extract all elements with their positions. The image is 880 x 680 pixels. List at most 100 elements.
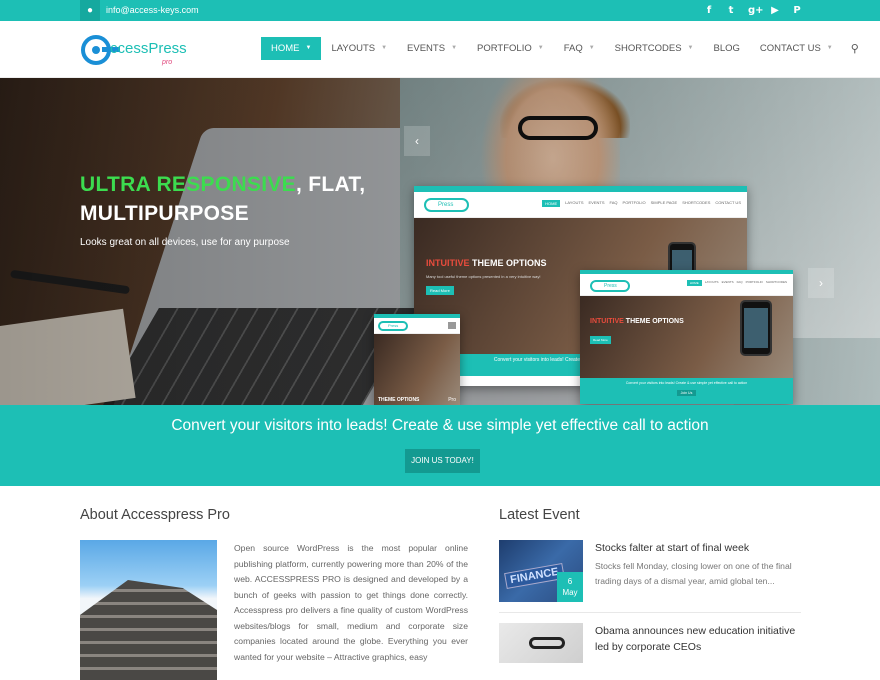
slider-prev-button[interactable]: ‹ (404, 126, 430, 156)
chevron-left-icon: ‹ (415, 134, 419, 148)
building-image (80, 580, 217, 680)
google-plus-icon[interactable]: g+ (748, 5, 764, 16)
chevron-down-icon: ▼ (687, 45, 694, 51)
chevron-down-icon: ▼ (826, 45, 833, 51)
tablet-headline: INTUITIVE THEME OPTIONS (590, 318, 684, 325)
logo-text: ccessPress (110, 40, 187, 57)
nav-blog[interactable]: BLOG (704, 37, 750, 60)
pinterest-icon[interactable]: P (792, 5, 802, 16)
event-divider (499, 612, 801, 613)
hero-title-line2: MULTIPURPOSE (80, 202, 249, 225)
tablet-nav-item: PORTFOLIO (745, 280, 763, 284)
mockup-header: Press HOME LAYOUTS EVENTS FAQ PORTFOLIO … (414, 192, 747, 218)
join-us-button[interactable]: JOIN US TODAY! (405, 449, 480, 473)
mockup-headline-accent: INTUITIVE (426, 258, 470, 268)
tablet-nav-item: SHORTCODES (765, 280, 787, 284)
tablet-headline-text: THEME OPTIONS (625, 318, 684, 325)
mockup-nav-item: FAQ (609, 200, 618, 205)
mockup-tagline: Many tool useful theme options presented… (426, 274, 541, 279)
tablet-nav: HOME LAYOUTS EVENTS FAQ PORTFOLIO SHORTC… (686, 280, 787, 286)
latest-event-title: Latest Event (499, 507, 580, 523)
tablet-logo: Press (590, 280, 630, 292)
top-bar: ● info@access-keys.com f t g+ ▶ P (0, 0, 880, 21)
mockup-nav-item: CONTACT US (715, 200, 741, 205)
nav-label: SHORTCODES (614, 43, 682, 54)
cta-text: Convert your visitors into leads! Create… (171, 417, 709, 434)
tablet-button: Read More (590, 336, 611, 344)
nav-layouts[interactable]: LAYOUTS ▼ (321, 37, 397, 60)
tablet-cta: Convert your visitors into leads! Create… (580, 378, 793, 404)
tablet-phone (740, 300, 772, 356)
mockup-nav-item: PORTFOLIO (622, 200, 646, 205)
mockup-headline: INTUITIVE THEME OPTIONS (426, 258, 547, 268)
tablet-header: Press HOME LAYOUTS EVENTS FAQ PORTFOLIO … (580, 274, 793, 296)
facebook-icon[interactable]: f (704, 5, 714, 16)
mockup-headline-text: THEME OPTIONS (472, 258, 547, 268)
tablet-nav-item: HOME (686, 280, 702, 286)
youtube-icon[interactable]: ▶ (770, 5, 780, 16)
nav-shortcodes[interactable]: SHORTCODES ▼ (605, 37, 704, 60)
mockup-nav-item: SHORTCODES (682, 200, 711, 205)
tablet-nav-item: EVENTS (721, 280, 734, 284)
nav-portfolio[interactable]: PORTFOLIO ▼ (467, 37, 554, 60)
hero-title: ULTRA RESPONSIVE, FLAT, MULTIPURPOSE (80, 170, 365, 228)
nav-label: FAQ (563, 43, 583, 54)
hero-title-highlight: ULTRA RESPONSIVE (80, 173, 296, 196)
nav-home[interactable]: HOME ▼ (261, 37, 322, 60)
nav-events[interactable]: EVENTS ▼ (397, 37, 467, 60)
mockup-nav-item: SIMPLE PAGE (650, 200, 678, 205)
phone-headline: THEME OPTIONS (378, 397, 420, 403)
nav-label: LAYOUTS (331, 43, 376, 54)
chevron-down-icon: ▼ (451, 45, 458, 51)
mockup-button: Read More (426, 286, 454, 295)
event-image-word: FINANCE (504, 563, 565, 589)
phone-slide: THEME OPTIONS Pro (374, 334, 460, 405)
nav-label: HOME (271, 43, 300, 54)
tablet-nav-item: FAQ (736, 280, 743, 284)
site-header: ccessPress pro HOME ▼ LAYOUTS ▼ EVENTS ▼ PO… (0, 21, 880, 78)
menu-icon (448, 322, 456, 329)
event-thumbnail[interactable]: FINANCE 6 May (499, 540, 583, 602)
tablet-mockup: Press HOME LAYOUTS EVENTS FAQ PORTFOLIO … (580, 270, 793, 404)
about-title: About Accesspress Pro (80, 507, 230, 523)
event-month: May (562, 588, 578, 597)
chevron-right-icon: › (819, 276, 823, 290)
chevron-down-icon: ▼ (381, 45, 388, 51)
event-title-link[interactable]: Stocks falter at start of final week (595, 540, 805, 556)
tablet-cta-button: Join Us (676, 390, 697, 396)
mockup-nav-item: LAYOUTS (565, 200, 584, 205)
mockup-nav-item: EVENTS (588, 200, 605, 205)
nav-contact-us[interactable]: CONTACT US ▼ (750, 37, 843, 60)
event-thumbnail[interactable] (499, 623, 583, 663)
event-title-link[interactable]: Obama announces new education initiative… (595, 623, 805, 655)
twitter-icon[interactable]: t (726, 5, 736, 16)
contact-email[interactable]: info@access-keys.com (106, 0, 199, 21)
hero-subtitle: Looks great on all devices, use for any … (80, 237, 290, 248)
call-to-action: Convert your visitors into leads! Create… (0, 405, 880, 486)
logo-subtext: pro (161, 59, 172, 66)
nav-faq[interactable]: FAQ ▼ (554, 37, 605, 60)
nav-label: EVENTS (407, 43, 446, 54)
phone-header: Press (374, 318, 460, 334)
hero-title-rest: , FLAT, (296, 173, 366, 196)
tablet-cta-text: Convert your visitors into leads! Create… (625, 381, 748, 385)
event-day: 6 (567, 577, 573, 586)
location-pin-icon: ● (80, 0, 100, 21)
phone-logo: Press (378, 321, 408, 331)
slider-next-button[interactable]: › (808, 268, 834, 298)
search-icon[interactable]: ⚲ (843, 42, 867, 55)
tablet-nav-item: LAYOUTS (704, 280, 719, 284)
chevron-down-icon: ▼ (305, 45, 312, 51)
site-logo[interactable]: ccessPress pro (80, 29, 198, 69)
tablet-headline-accent: INTUITIVE (590, 318, 624, 325)
mockup-nav-item: HOME (542, 200, 561, 207)
main-nav: HOME ▼ LAYOUTS ▼ EVENTS ▼ PORTFOLIO ▼ FAQ ▼ S… (261, 37, 867, 60)
mockup-logo: Press (424, 198, 469, 212)
hero-slider: ‹ › ULTRA RESPONSIVE, FLAT, MULTIPURPOSE… (0, 78, 880, 405)
phone-label: Pro (448, 397, 456, 403)
event-description: Stocks fell Monday, closing lower on one… (595, 561, 792, 586)
about-text: Open source WordPress is the most popula… (234, 543, 468, 662)
glasses-image (529, 637, 565, 649)
phone-mockup: Press THEME OPTIONS Pro (374, 314, 460, 405)
chevron-down-icon: ▼ (537, 45, 544, 51)
